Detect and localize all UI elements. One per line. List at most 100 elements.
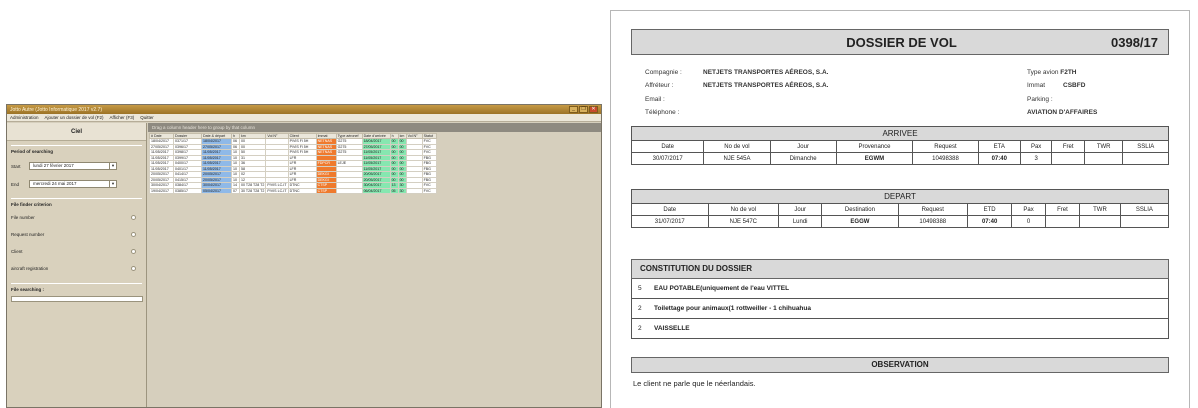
- filter-section: File finder criterion File number Reques…: [11, 198, 142, 271]
- filter-radio[interactable]: [131, 249, 136, 254]
- filter-request-number[interactable]: Request number: [11, 232, 142, 237]
- close-button[interactable]: ✕: [589, 106, 598, 113]
- item-text: Toilettage pour animaux(1 rottweiller - …: [654, 305, 811, 312]
- observation-text: Le client ne parle que le néerlandais.: [633, 379, 756, 388]
- item-text: EAU POTABLE(uniquement de l'eau VITTEL: [654, 285, 790, 292]
- search-sidebar: Ciel Period of searching Start lundi 27 …: [7, 123, 147, 407]
- minimize-button[interactable]: _: [569, 106, 578, 113]
- grid-cell: FVC: [421, 187, 437, 194]
- departure-header-row: Date No de vol Jour Destination Request ETD Pa…: [631, 203, 1170, 216]
- email-label: Email :: [645, 96, 665, 103]
- flight-file-document: DOSSIER DE VOL 0398/17 Compagnie : NETJET…: [610, 10, 1190, 408]
- results-panel: Drag a column header here to group by th…: [148, 123, 601, 407]
- sidebar-header[interactable]: Ciel: [7, 123, 146, 141]
- depart-cell: [1044, 215, 1081, 228]
- menubar: Administration Ajouter un dossier de vol…: [7, 114, 601, 122]
- depart-cell: [1079, 215, 1121, 228]
- depart-cell: 31/07/2017: [631, 215, 709, 228]
- affreteur-value: NETJETS TRANSPORTES AÉREOS, S.A.: [703, 82, 829, 89]
- depart-cell: [1119, 215, 1170, 228]
- grid-cell: P/VIS LC-IT: [265, 187, 289, 194]
- menu-quit[interactable]: Quitter: [140, 115, 154, 120]
- filter-radio[interactable]: [131, 232, 136, 237]
- grid-cell: CTSP: [315, 187, 337, 194]
- arrivee-column-header: ETA: [977, 140, 1021, 153]
- depart-column-header: Request: [897, 203, 968, 216]
- arrivee-column-header: Fret: [1051, 140, 1085, 153]
- affreteur-line: Affréteur : NETJETS TRANSPORTES AÉREOS, S…: [645, 82, 828, 89]
- arrivee-column-header: SSLIA: [1122, 140, 1169, 153]
- immat-line: Immat CSBFD: [1027, 82, 1085, 89]
- arrival-data-row: 30/07/2017 NJE 545A Dimanche EGWM 10498388 07…: [630, 152, 1169, 165]
- depart-cell: 10498388: [897, 215, 968, 228]
- compagnie-label: Compagnie :: [645, 69, 682, 76]
- parking-value-line: AVIATION D'AFFAIRES: [1027, 109, 1097, 116]
- parking-value: AVIATION D'AFFAIRES: [1027, 109, 1098, 116]
- grid-cell: 30 T28 T28 T2: [238, 187, 267, 194]
- end-date-picker[interactable]: mercredi 24 mai 2017 ▾: [29, 180, 117, 188]
- constitution-item: 5 EAU POTABLE(uniquement de l'eau VITTEL: [631, 279, 1169, 299]
- filter-title: File finder criterion: [11, 202, 52, 207]
- arrivee-column-header: Request: [912, 140, 979, 153]
- document-title-bar: DOSSIER DE VOL 0398/17: [631, 29, 1169, 55]
- immat-value: CSBFD: [1063, 82, 1086, 89]
- departure-title: DEPART: [631, 189, 1169, 204]
- immat-label: Immat: [1027, 82, 1046, 89]
- type-avion-line: Type avion F2TH: [1027, 69, 1077, 76]
- arrivee-cell: [1122, 152, 1169, 165]
- depart-cell: 0: [1011, 215, 1046, 228]
- type-avion-label: Type avion: [1027, 69, 1059, 76]
- file-search-title: File searching :: [11, 287, 45, 292]
- parking-line: Parking :: [1027, 96, 1053, 103]
- grid-column-header[interactable]: Type aéronef: [335, 133, 363, 139]
- file-search-input[interactable]: [11, 296, 143, 302]
- arrivee-column-header: TWR: [1083, 140, 1124, 153]
- depart-cell: Lundi: [778, 215, 823, 228]
- grid-cell: 00 T28 T28 T2: [238, 182, 267, 189]
- chevron-down-icon[interactable]: ▾: [109, 181, 116, 187]
- constitution-item: 2 Toilettage pour animaux(1 rottweiller …: [631, 299, 1169, 319]
- parking-label: Parking :: [1027, 96, 1053, 103]
- filter-radio[interactable]: [131, 215, 136, 220]
- item-text: VAISSELLE: [654, 325, 690, 332]
- chevron-down-icon[interactable]: ▾: [109, 163, 116, 169]
- grid-row[interactable]: 19/04/2017 0385/17 05/04/2017 07 30 T28 T28 …: [149, 187, 437, 194]
- document-number: 0398/17: [1111, 34, 1158, 50]
- filter-aircraft-registration[interactable]: aircraft registration: [11, 266, 142, 271]
- period-section: Period of searching Start lundi 27 févri…: [11, 145, 142, 188]
- start-date-picker[interactable]: lundi 27 février 2017 ▾: [29, 162, 117, 170]
- grid-cell: 0385/17: [173, 187, 202, 194]
- menu-administration[interactable]: Administration: [10, 115, 39, 120]
- grid-body: 18/04/2017 0371/17 18/04/2017 06 00 P/VIS Fl …: [149, 138, 437, 194]
- item-quantity: 5: [638, 285, 642, 292]
- group-by-bar[interactable]: Drag a column header here to group by th…: [148, 123, 601, 132]
- type-avion-value: F2TH: [1060, 69, 1077, 76]
- depart-column-header: TWR: [1079, 203, 1121, 216]
- menu-add-flight-file[interactable]: Ajouter un dossier de vol (F2): [45, 115, 104, 120]
- arrival-table: ARRIVEE Date No de vol Jour Provenance Reque…: [630, 126, 1169, 165]
- telephone-label: Téléphone :: [645, 109, 680, 116]
- file-search-section: File searching :: [11, 283, 143, 302]
- grid-cell: 19/04/2017: [149, 187, 174, 194]
- window-titlebar[interactable]: Jotto Autre (Jotto Informatique 2017 v2.…: [7, 105, 601, 114]
- filter-file-number[interactable]: File number: [11, 215, 142, 220]
- grid-cell: 05: [389, 187, 399, 194]
- grid-cell: 05/04/2017: [201, 187, 232, 194]
- end-date-value: mercredi 24 mai 2017: [33, 181, 77, 186]
- grid-cell: DTNC: [287, 187, 317, 194]
- filter-radio[interactable]: [131, 266, 136, 271]
- depart-column-header: Destination: [821, 203, 899, 216]
- email-line: Email :: [645, 96, 703, 103]
- depart-column-header: No de vol: [707, 203, 780, 216]
- depart-column-header: Date: [631, 203, 709, 216]
- arrivee-cell: 3: [1019, 152, 1053, 165]
- item-quantity: 2: [638, 305, 642, 312]
- maximize-button[interactable]: ❐: [579, 106, 588, 113]
- filter-client[interactable]: Client: [11, 249, 142, 254]
- grid-cell: 07: [231, 187, 240, 194]
- menu-display[interactable]: Afficher (F3): [110, 115, 135, 120]
- depart-column-header: Pax: [1011, 203, 1046, 216]
- application-window: Jotto Autre (Jotto Informatique 2017 v2.…: [6, 104, 602, 408]
- start-label: Start: [11, 163, 21, 169]
- arrival-header-row: Date No de vol Jour Provenance Request ETA Pax…: [630, 140, 1169, 153]
